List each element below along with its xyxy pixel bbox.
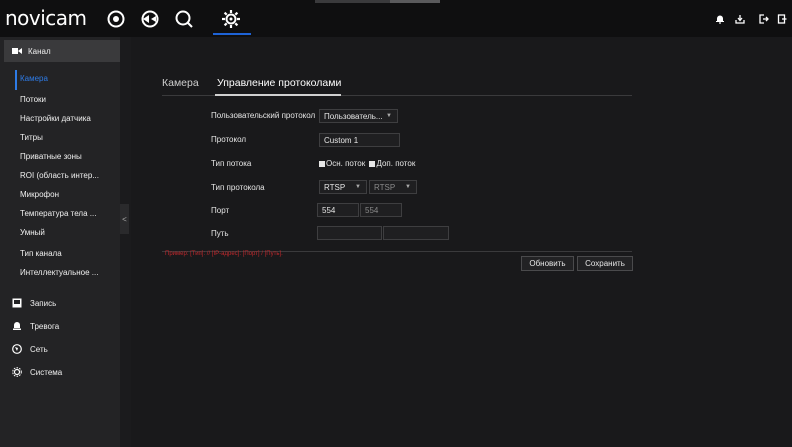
protocol-type-main-value: RTSP (324, 182, 346, 192)
sidebar-group-label: Запись (30, 298, 57, 308)
network-icon (12, 344, 22, 354)
protocol-label: Протокол (211, 135, 247, 144)
sidebar-group-label: Система (30, 367, 63, 377)
sidebar-group-network[interactable]: Сеть (12, 342, 48, 356)
sub-stream-label: Доп. поток (376, 159, 416, 168)
download-icon[interactable] (734, 13, 746, 25)
sidebar-item-privacy-zones[interactable]: Приватные зоны (0, 152, 120, 166)
protocol-name-input[interactable]: Custom 1 (319, 133, 400, 147)
search-icon[interactable] (172, 7, 196, 31)
sidebar-item-streams[interactable]: Потоки (0, 95, 120, 109)
logo: novicam (5, 6, 87, 30)
custom-protocol-value: Пользователь... (324, 111, 383, 121)
logout-icon[interactable] (758, 13, 770, 25)
live-view-icon[interactable] (104, 7, 128, 31)
protocol-type-label: Тип протокола (211, 183, 265, 192)
sidebar: Канал Камера Потоки Настройки датчика Ти… (0, 37, 120, 447)
port-label: Порт (211, 206, 230, 215)
active-tab-underline (215, 94, 341, 96)
settings-icon[interactable] (219, 7, 243, 31)
sidebar-item-roi[interactable]: ROI (область интер... (0, 171, 120, 185)
protocol-type-sub-select[interactable]: RTSP ▼ (369, 180, 417, 194)
stream-type-options: Осн. поток Доп. поток (319, 159, 415, 168)
system-gear-icon (12, 367, 22, 377)
top-strip-highlight (390, 0, 440, 3)
path-sub-input[interactable] (383, 226, 449, 240)
refresh-button[interactable]: Обновить (521, 256, 574, 271)
sidebar-item-titles[interactable]: Титры (0, 133, 120, 147)
alarm-icon (12, 321, 22, 331)
sidebar-item-intelligent[interactable]: Интеллектуальное ... (0, 268, 120, 282)
sidebar-group-alarm[interactable]: Тревога (12, 319, 59, 333)
tab-camera[interactable]: Камера (162, 77, 199, 89)
checkbox-checked-icon (319, 160, 325, 167)
sidebar-item-body-temperature[interactable]: Температура тела ... (0, 209, 120, 223)
port-main-input[interactable]: 554 (317, 203, 359, 217)
sub-stream-checkbox[interactable]: Доп. поток (367, 159, 415, 168)
exit-icon[interactable] (776, 13, 788, 25)
camera-icon (12, 47, 22, 55)
sidebar-item-smart[interactable]: Умный (0, 228, 120, 242)
main-stream-checkbox[interactable]: Осн. поток (319, 159, 365, 168)
path-main-input[interactable] (317, 226, 382, 240)
chevron-down-icon: ▼ (405, 184, 411, 190)
sidebar-item-microphone[interactable]: Микрофон (0, 190, 120, 204)
tab-protocol-management[interactable]: Управление протоколами (217, 77, 341, 89)
sidebar-group-record[interactable]: Запись (12, 296, 56, 310)
notification-icon[interactable] (714, 13, 726, 25)
main-panel: Камера Управление протоколами Пользовате… (131, 37, 792, 447)
port-sub-input[interactable]: 554 (360, 203, 402, 217)
checkbox-checked-icon (369, 160, 376, 167)
sidebar-collapse-handle[interactable]: < (120, 204, 129, 234)
sidebar-item-sensor-settings[interactable]: Настройки датчика (0, 114, 120, 128)
sidebar-group-label: Сеть (30, 344, 48, 354)
sidebar-section-channel[interactable]: Канал (4, 40, 120, 62)
active-nav-underline (213, 33, 251, 35)
save-button[interactable]: Сохранить (577, 256, 633, 271)
chevron-down-icon: ▼ (386, 113, 392, 119)
protocol-type-main-select[interactable]: RTSP ▼ (319, 180, 367, 194)
path-label: Путь (211, 229, 229, 238)
sidebar-group-label: Тревога (30, 321, 60, 331)
custom-protocol-select[interactable]: Пользователь... ▼ (319, 109, 398, 123)
sidebar-group-system[interactable]: Система (12, 365, 62, 379)
record-icon (12, 298, 22, 308)
custom-protocol-label: Пользовательский протокол (211, 111, 316, 120)
top-bar: novicam (0, 0, 792, 37)
sidebar-section-title: Канал (28, 46, 51, 56)
playback-icon[interactable] (138, 7, 162, 31)
protocol-type-sub-value: RTSP (374, 182, 396, 192)
url-format-hint: Пример: [Тип]: // [IP-адрес]: [Порт] / [… (165, 251, 283, 257)
sidebar-item-camera[interactable]: Камера (0, 74, 120, 88)
sidebar-item-channel-type[interactable]: Тип канала (0, 249, 120, 263)
chevron-down-icon: ▼ (355, 184, 361, 190)
main-stream-label: Осн. поток (326, 159, 366, 168)
stream-type-label: Тип потока (211, 159, 252, 168)
